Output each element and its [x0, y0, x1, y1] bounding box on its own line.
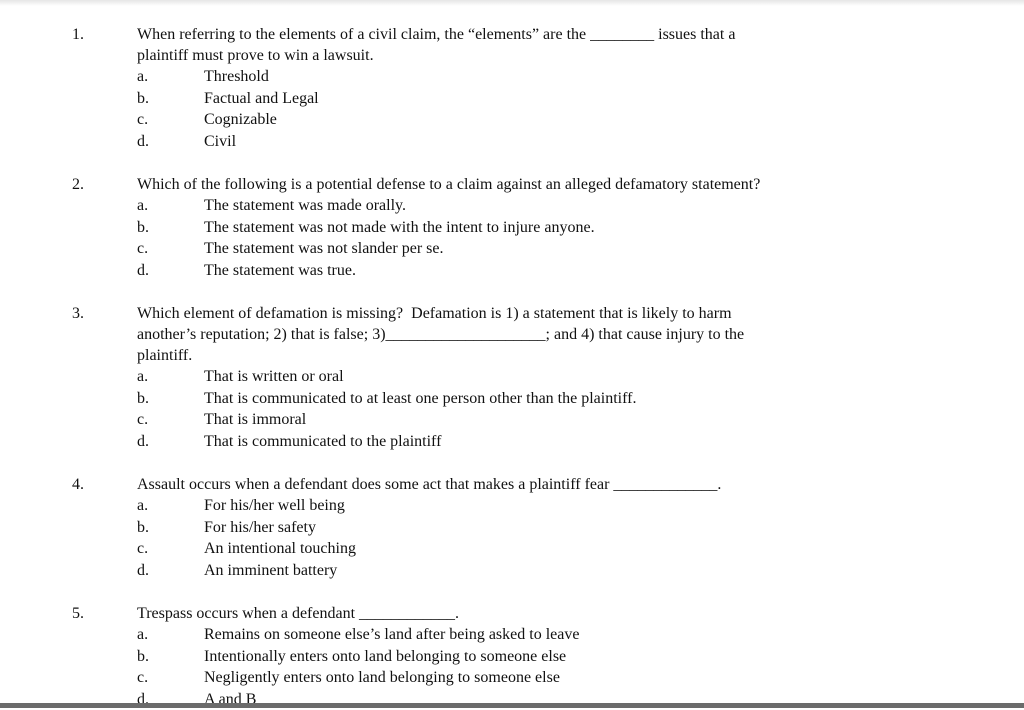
question-text-line: Which of the following is a potential de…	[137, 174, 760, 195]
question-text: Which of the following is a potential de…	[137, 174, 760, 195]
question-number: 2.	[72, 174, 84, 196]
question-text-line: Which element of defamation is missing? …	[137, 303, 744, 324]
question-text-line: plaintiff.	[137, 345, 744, 366]
question-text: When referring to the elements of a civi…	[137, 24, 735, 66]
page-top-shadow	[0, 0, 1024, 6]
option-letter: d.	[137, 560, 149, 582]
question-number: 3.	[72, 303, 84, 325]
option-text: Remains on someone else’s land after bei…	[204, 624, 579, 646]
option-text: Civil	[204, 131, 236, 153]
option-text: That is communicated to the plaintiff	[204, 431, 441, 453]
option-letter: a.	[137, 495, 148, 517]
option-text: Negligently enters onto land belonging t…	[204, 667, 560, 689]
option-letter: c.	[137, 409, 148, 431]
option-letter: a.	[137, 366, 148, 388]
question-text-line: plaintiff must prove to win a lawsuit.	[137, 45, 735, 66]
option-text: The statement was not slander per se.	[204, 238, 443, 260]
question-number: 4.	[72, 474, 84, 496]
option-text: The statement was made orally.	[204, 195, 406, 217]
option-text: For his/her safety	[204, 517, 316, 539]
question-number: 1.	[72, 24, 84, 46]
option-letter: d.	[137, 260, 149, 282]
option-text: The statement was true.	[204, 260, 356, 282]
option-text: That is communicated to at least one per…	[204, 388, 636, 410]
option-letter: c.	[137, 238, 148, 260]
page-bottom-border	[0, 703, 1024, 708]
option-letter: d.	[137, 431, 149, 453]
option-letter: a.	[137, 66, 148, 88]
option-text: Intentionally enters onto land belonging…	[204, 646, 566, 668]
option-letter: b.	[137, 88, 149, 110]
option-letter: a.	[137, 195, 148, 217]
option-letter: b.	[137, 217, 149, 239]
option-letter: b.	[137, 388, 149, 410]
option-text: Threshold	[204, 66, 269, 88]
question-number: 5.	[72, 603, 84, 625]
option-text: That is written or oral	[204, 366, 344, 388]
option-text: The statement was not made with the inte…	[204, 217, 595, 239]
option-letter: b.	[137, 517, 149, 539]
option-letter: c.	[137, 538, 148, 560]
question-text-line: When referring to the elements of a civi…	[137, 24, 735, 45]
option-text: For his/her well being	[204, 495, 345, 517]
question-text-line: Assault occurs when a defendant does som…	[137, 474, 721, 495]
question-text-line: another’s reputation; 2) that is false; …	[137, 324, 744, 345]
option-text: An intentional touching	[204, 538, 356, 560]
option-text: Factual and Legal	[204, 88, 319, 110]
option-letter: b.	[137, 646, 149, 668]
option-text: That is immoral	[204, 409, 306, 431]
option-letter: a.	[137, 624, 148, 646]
option-text: Cognizable	[204, 109, 277, 131]
question-text: Assault occurs when a defendant does som…	[137, 474, 721, 495]
option-letter: c.	[137, 667, 148, 689]
question-text: Trespass occurs when a defendant _______…	[137, 603, 459, 624]
question-text: Which element of defamation is missing? …	[137, 303, 744, 366]
option-letter: d.	[137, 131, 149, 153]
question-text-line: Trespass occurs when a defendant _______…	[137, 603, 459, 624]
option-text: An imminent battery	[204, 560, 337, 582]
option-letter: c.	[137, 109, 148, 131]
